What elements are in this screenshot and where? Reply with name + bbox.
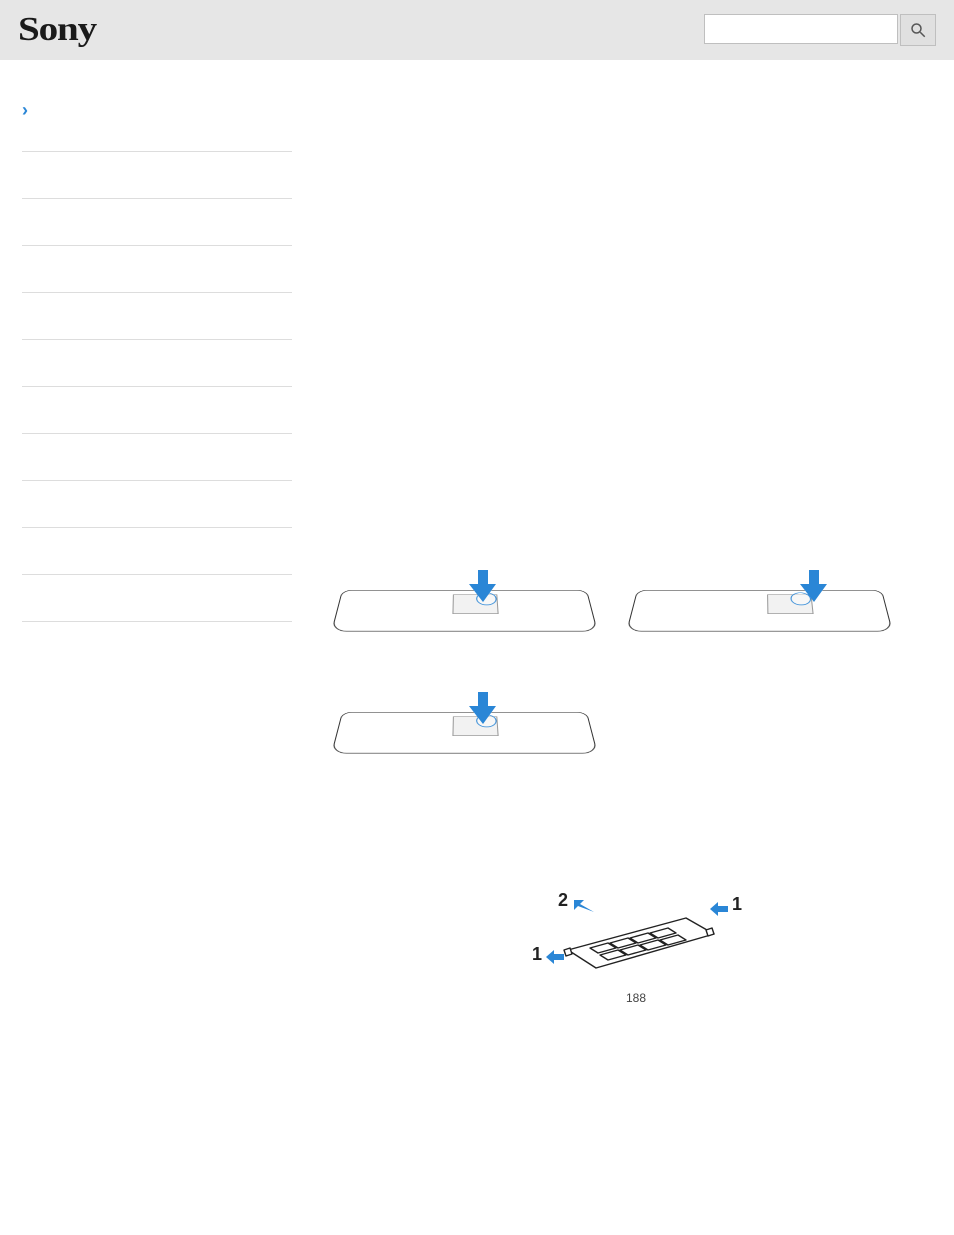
device-figure-1	[342, 590, 587, 652]
tablet-outline	[331, 712, 598, 754]
tablet-outline	[626, 590, 893, 632]
arrow-down-icon	[469, 692, 497, 724]
page-body: ›	[0, 60, 954, 1025]
arrow-up-left-icon	[574, 900, 594, 921]
callout-label-1a: 1	[532, 944, 542, 965]
sidebar-item[interactable]	[22, 292, 292, 339]
device-figure-3	[342, 712, 587, 774]
chevron-right-icon: ›	[22, 100, 28, 121]
sidebar-item[interactable]	[22, 339, 292, 386]
arrow-left-icon	[710, 902, 728, 921]
arrow-down-icon	[469, 570, 497, 602]
content-spacer	[342, 100, 930, 580]
memory-module-figure: 2 1 1	[546, 900, 726, 985]
sidebar-item[interactable]	[22, 151, 292, 198]
device-figure-2	[637, 590, 882, 652]
sidebar-item[interactable]	[22, 198, 292, 245]
memory-module-drawing	[546, 900, 726, 980]
sidebar-item[interactable]	[22, 386, 292, 433]
brand-logo: Sony	[18, 11, 96, 49]
callout-label-2: 2	[558, 890, 568, 911]
device-illustration-row	[342, 590, 930, 774]
sidebar: ›	[22, 100, 292, 1005]
sidebar-item[interactable]	[22, 433, 292, 480]
content-gap	[342, 774, 930, 894]
search-icon	[909, 21, 927, 39]
search-button[interactable]	[900, 14, 936, 46]
sidebar-item[interactable]	[22, 245, 292, 292]
sidebar-nav-list	[22, 151, 292, 622]
sidebar-item[interactable]	[22, 480, 292, 527]
arrow-down-icon	[800, 570, 828, 602]
callout-label-1b: 1	[732, 894, 742, 915]
search-input[interactable]	[704, 14, 898, 44]
arrow-left-icon	[546, 950, 564, 969]
search-wrap	[704, 14, 936, 46]
main-content: 2 1 1	[292, 100, 954, 1005]
sidebar-item[interactable]	[22, 527, 292, 574]
sidebar-item[interactable]	[22, 574, 292, 622]
page-number: 188	[342, 991, 930, 1005]
header-bar: Sony	[0, 0, 954, 60]
tablet-outline	[331, 590, 598, 632]
